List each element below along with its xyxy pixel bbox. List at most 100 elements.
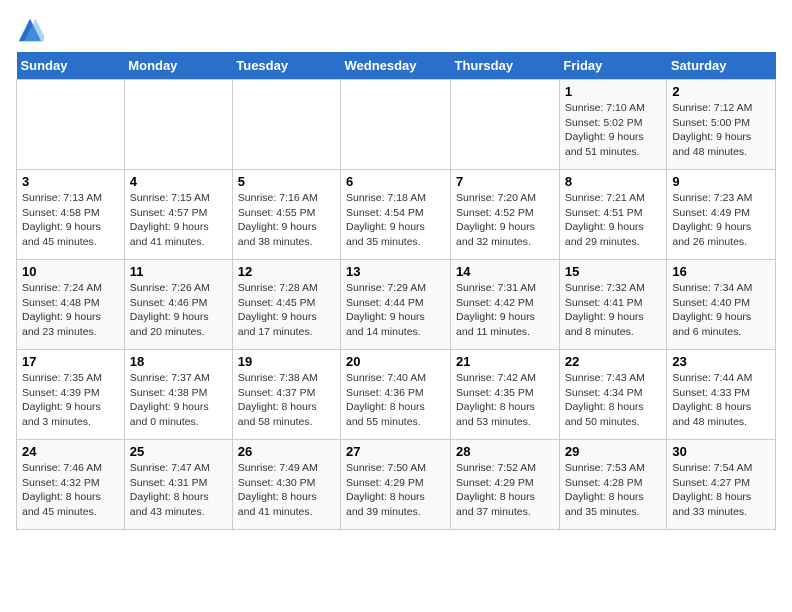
- day-info: Sunrise: 7:26 AMSunset: 4:46 PMDaylight:…: [130, 282, 210, 338]
- calendar-table: SundayMondayTuesdayWednesdayThursdayFrid…: [16, 52, 776, 530]
- day-number: 20: [346, 354, 445, 369]
- week-row-1: 1 Sunrise: 7:10 AMSunset: 5:02 PMDayligh…: [17, 80, 776, 170]
- day-number: 22: [565, 354, 662, 369]
- day-cell: 22 Sunrise: 7:43 AMSunset: 4:34 PMDaylig…: [559, 350, 667, 440]
- day-cell: [17, 80, 125, 170]
- day-number: 24: [22, 444, 119, 459]
- day-number: 7: [456, 174, 554, 189]
- day-number: 29: [565, 444, 662, 459]
- day-number: 28: [456, 444, 554, 459]
- page-header: [16, 16, 776, 44]
- day-info: Sunrise: 7:32 AMSunset: 4:41 PMDaylight:…: [565, 282, 645, 338]
- logo-icon: [16, 16, 44, 44]
- day-cell: [451, 80, 560, 170]
- day-cell: 26 Sunrise: 7:49 AMSunset: 4:30 PMDaylig…: [232, 440, 340, 530]
- day-number: 2: [672, 84, 770, 99]
- day-cell: 3 Sunrise: 7:13 AMSunset: 4:58 PMDayligh…: [17, 170, 125, 260]
- day-info: Sunrise: 7:38 AMSunset: 4:37 PMDaylight:…: [238, 372, 318, 428]
- day-info: Sunrise: 7:21 AMSunset: 4:51 PMDaylight:…: [565, 192, 645, 248]
- day-cell: 15 Sunrise: 7:32 AMSunset: 4:41 PMDaylig…: [559, 260, 667, 350]
- day-info: Sunrise: 7:40 AMSunset: 4:36 PMDaylight:…: [346, 372, 426, 428]
- weekday-header-monday: Monday: [124, 52, 232, 80]
- day-info: Sunrise: 7:52 AMSunset: 4:29 PMDaylight:…: [456, 462, 536, 518]
- day-number: 9: [672, 174, 770, 189]
- day-info: Sunrise: 7:46 AMSunset: 4:32 PMDaylight:…: [22, 462, 102, 518]
- day-cell: 6 Sunrise: 7:18 AMSunset: 4:54 PMDayligh…: [341, 170, 451, 260]
- day-cell: 25 Sunrise: 7:47 AMSunset: 4:31 PMDaylig…: [124, 440, 232, 530]
- day-info: Sunrise: 7:49 AMSunset: 4:30 PMDaylight:…: [238, 462, 318, 518]
- day-cell: 28 Sunrise: 7:52 AMSunset: 4:29 PMDaylig…: [451, 440, 560, 530]
- day-cell: 21 Sunrise: 7:42 AMSunset: 4:35 PMDaylig…: [451, 350, 560, 440]
- day-number: 6: [346, 174, 445, 189]
- day-cell: 4 Sunrise: 7:15 AMSunset: 4:57 PMDayligh…: [124, 170, 232, 260]
- day-cell: 12 Sunrise: 7:28 AMSunset: 4:45 PMDaylig…: [232, 260, 340, 350]
- day-info: Sunrise: 7:18 AMSunset: 4:54 PMDaylight:…: [346, 192, 426, 248]
- day-info: Sunrise: 7:34 AMSunset: 4:40 PMDaylight:…: [672, 282, 752, 338]
- day-cell: 18 Sunrise: 7:37 AMSunset: 4:38 PMDaylig…: [124, 350, 232, 440]
- day-cell: [124, 80, 232, 170]
- day-info: Sunrise: 7:50 AMSunset: 4:29 PMDaylight:…: [346, 462, 426, 518]
- day-cell: 2 Sunrise: 7:12 AMSunset: 5:00 PMDayligh…: [667, 80, 776, 170]
- day-info: Sunrise: 7:12 AMSunset: 5:00 PMDaylight:…: [672, 102, 752, 158]
- day-cell: 23 Sunrise: 7:44 AMSunset: 4:33 PMDaylig…: [667, 350, 776, 440]
- day-number: 25: [130, 444, 227, 459]
- day-cell: [341, 80, 451, 170]
- day-number: 10: [22, 264, 119, 279]
- day-number: 13: [346, 264, 445, 279]
- day-info: Sunrise: 7:37 AMSunset: 4:38 PMDaylight:…: [130, 372, 210, 428]
- day-number: 14: [456, 264, 554, 279]
- day-info: Sunrise: 7:13 AMSunset: 4:58 PMDaylight:…: [22, 192, 102, 248]
- day-info: Sunrise: 7:23 AMSunset: 4:49 PMDaylight:…: [672, 192, 752, 248]
- day-number: 4: [130, 174, 227, 189]
- day-info: Sunrise: 7:53 AMSunset: 4:28 PMDaylight:…: [565, 462, 645, 518]
- weekday-header-tuesday: Tuesday: [232, 52, 340, 80]
- day-cell: [232, 80, 340, 170]
- day-number: 26: [238, 444, 335, 459]
- weekday-header-thursday: Thursday: [451, 52, 560, 80]
- day-info: Sunrise: 7:29 AMSunset: 4:44 PMDaylight:…: [346, 282, 426, 338]
- weekday-header-friday: Friday: [559, 52, 667, 80]
- day-cell: 20 Sunrise: 7:40 AMSunset: 4:36 PMDaylig…: [341, 350, 451, 440]
- weekday-header-row: SundayMondayTuesdayWednesdayThursdayFrid…: [17, 52, 776, 80]
- day-number: 1: [565, 84, 662, 99]
- day-info: Sunrise: 7:35 AMSunset: 4:39 PMDaylight:…: [22, 372, 102, 428]
- day-number: 21: [456, 354, 554, 369]
- day-number: 11: [130, 264, 227, 279]
- week-row-3: 10 Sunrise: 7:24 AMSunset: 4:48 PMDaylig…: [17, 260, 776, 350]
- day-cell: 24 Sunrise: 7:46 AMSunset: 4:32 PMDaylig…: [17, 440, 125, 530]
- day-cell: 11 Sunrise: 7:26 AMSunset: 4:46 PMDaylig…: [124, 260, 232, 350]
- day-cell: 7 Sunrise: 7:20 AMSunset: 4:52 PMDayligh…: [451, 170, 560, 260]
- week-row-4: 17 Sunrise: 7:35 AMSunset: 4:39 PMDaylig…: [17, 350, 776, 440]
- day-info: Sunrise: 7:54 AMSunset: 4:27 PMDaylight:…: [672, 462, 752, 518]
- weekday-header-saturday: Saturday: [667, 52, 776, 80]
- day-cell: 30 Sunrise: 7:54 AMSunset: 4:27 PMDaylig…: [667, 440, 776, 530]
- day-number: 30: [672, 444, 770, 459]
- day-info: Sunrise: 7:44 AMSunset: 4:33 PMDaylight:…: [672, 372, 752, 428]
- weekday-header-sunday: Sunday: [17, 52, 125, 80]
- day-info: Sunrise: 7:31 AMSunset: 4:42 PMDaylight:…: [456, 282, 536, 338]
- day-cell: 1 Sunrise: 7:10 AMSunset: 5:02 PMDayligh…: [559, 80, 667, 170]
- day-number: 23: [672, 354, 770, 369]
- day-number: 3: [22, 174, 119, 189]
- day-cell: 13 Sunrise: 7:29 AMSunset: 4:44 PMDaylig…: [341, 260, 451, 350]
- day-number: 27: [346, 444, 445, 459]
- day-cell: 5 Sunrise: 7:16 AMSunset: 4:55 PMDayligh…: [232, 170, 340, 260]
- day-number: 19: [238, 354, 335, 369]
- day-number: 17: [22, 354, 119, 369]
- day-cell: 27 Sunrise: 7:50 AMSunset: 4:29 PMDaylig…: [341, 440, 451, 530]
- day-number: 15: [565, 264, 662, 279]
- day-cell: 17 Sunrise: 7:35 AMSunset: 4:39 PMDaylig…: [17, 350, 125, 440]
- day-info: Sunrise: 7:10 AMSunset: 5:02 PMDaylight:…: [565, 102, 645, 158]
- day-cell: 14 Sunrise: 7:31 AMSunset: 4:42 PMDaylig…: [451, 260, 560, 350]
- day-info: Sunrise: 7:15 AMSunset: 4:57 PMDaylight:…: [130, 192, 210, 248]
- week-row-2: 3 Sunrise: 7:13 AMSunset: 4:58 PMDayligh…: [17, 170, 776, 260]
- day-cell: 19 Sunrise: 7:38 AMSunset: 4:37 PMDaylig…: [232, 350, 340, 440]
- day-info: Sunrise: 7:28 AMSunset: 4:45 PMDaylight:…: [238, 282, 318, 338]
- day-number: 18: [130, 354, 227, 369]
- day-cell: 8 Sunrise: 7:21 AMSunset: 4:51 PMDayligh…: [559, 170, 667, 260]
- day-cell: 10 Sunrise: 7:24 AMSunset: 4:48 PMDaylig…: [17, 260, 125, 350]
- day-info: Sunrise: 7:20 AMSunset: 4:52 PMDaylight:…: [456, 192, 536, 248]
- day-info: Sunrise: 7:43 AMSunset: 4:34 PMDaylight:…: [565, 372, 645, 428]
- day-info: Sunrise: 7:47 AMSunset: 4:31 PMDaylight:…: [130, 462, 210, 518]
- day-number: 8: [565, 174, 662, 189]
